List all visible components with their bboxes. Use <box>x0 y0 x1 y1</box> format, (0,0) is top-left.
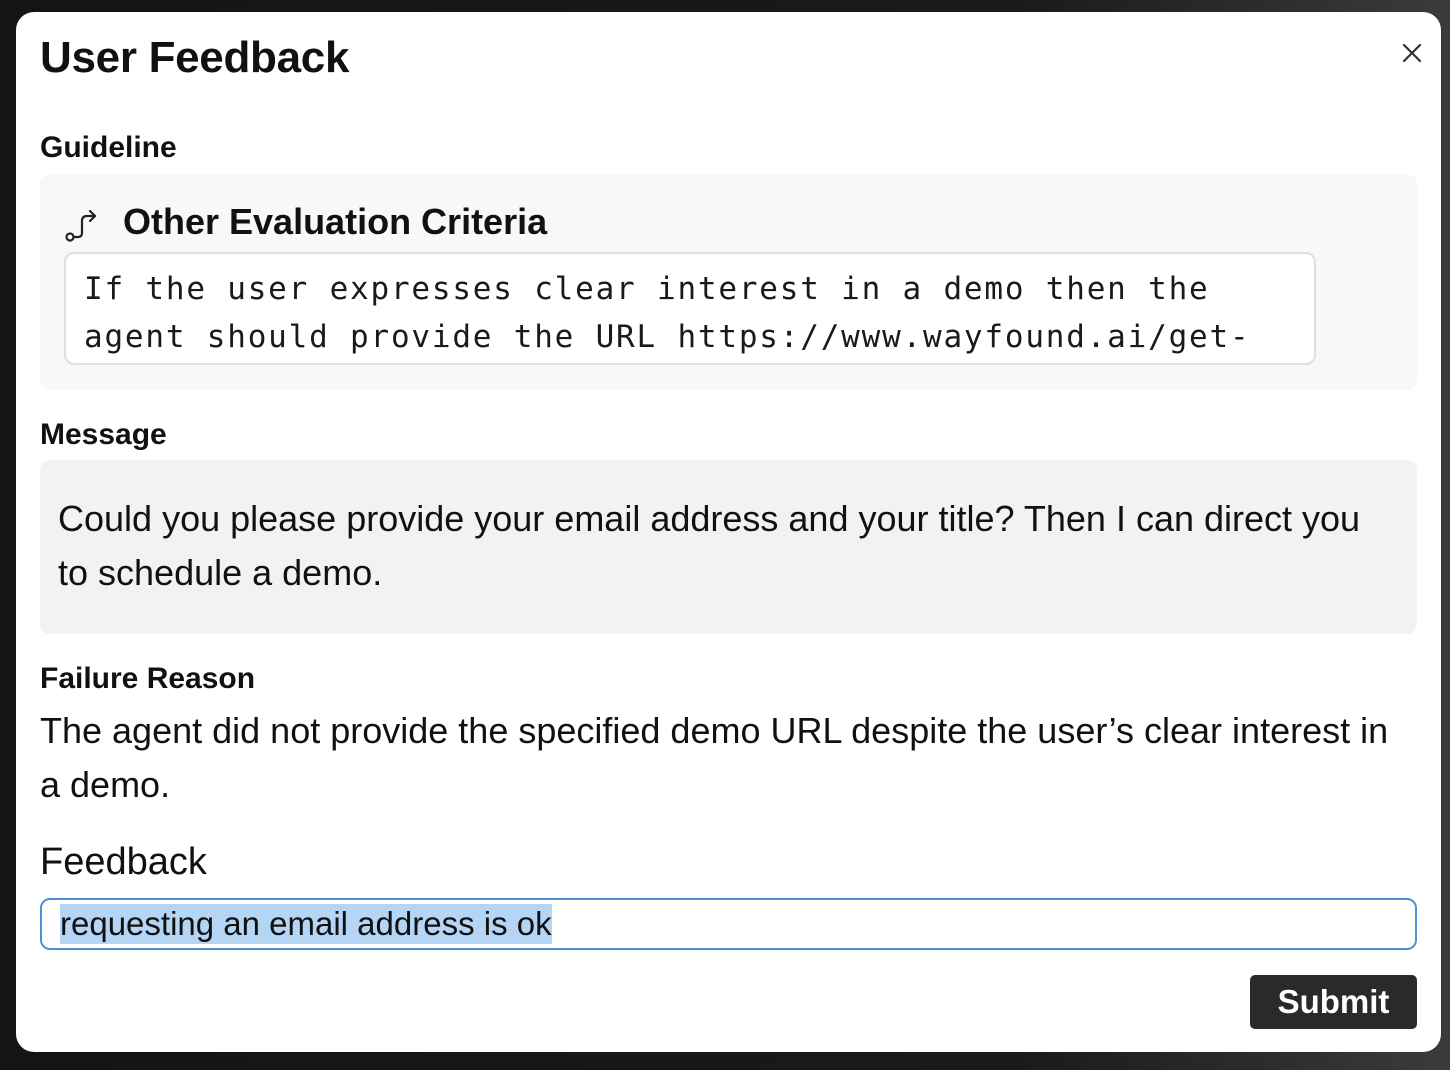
feedback-input-value[interactable]: requesting an email address is ok <box>60 904 552 944</box>
criteria-text: If the user expresses clear interest in … <box>64 252 1316 365</box>
feedback-label: Feedback <box>40 841 207 883</box>
criteria-title: Other Evaluation Criteria <box>123 201 548 242</box>
user-feedback-dialog: User Feedback Guideline Other Evaluation… <box>16 12 1441 1052</box>
guideline-label: Guideline <box>40 131 177 164</box>
close-icon <box>1402 43 1422 63</box>
route-icon <box>65 209 97 242</box>
message-label: Message <box>40 418 167 451</box>
submit-button[interactable]: Submit <box>1250 975 1417 1029</box>
guideline-card: Other Evaluation Criteria If the user ex… <box>40 174 1417 390</box>
message-text: Could you please provide your email addr… <box>40 460 1417 634</box>
failure-reason-text: The agent did not provide the specified … <box>40 710 1389 805</box>
failure-reason-label: Failure Reason <box>40 662 256 695</box>
close-button[interactable] <box>1397 38 1427 68</box>
dialog-title: User Feedback <box>40 33 350 82</box>
feedback-input[interactable]: requesting an email address is ok <box>40 898 1417 950</box>
